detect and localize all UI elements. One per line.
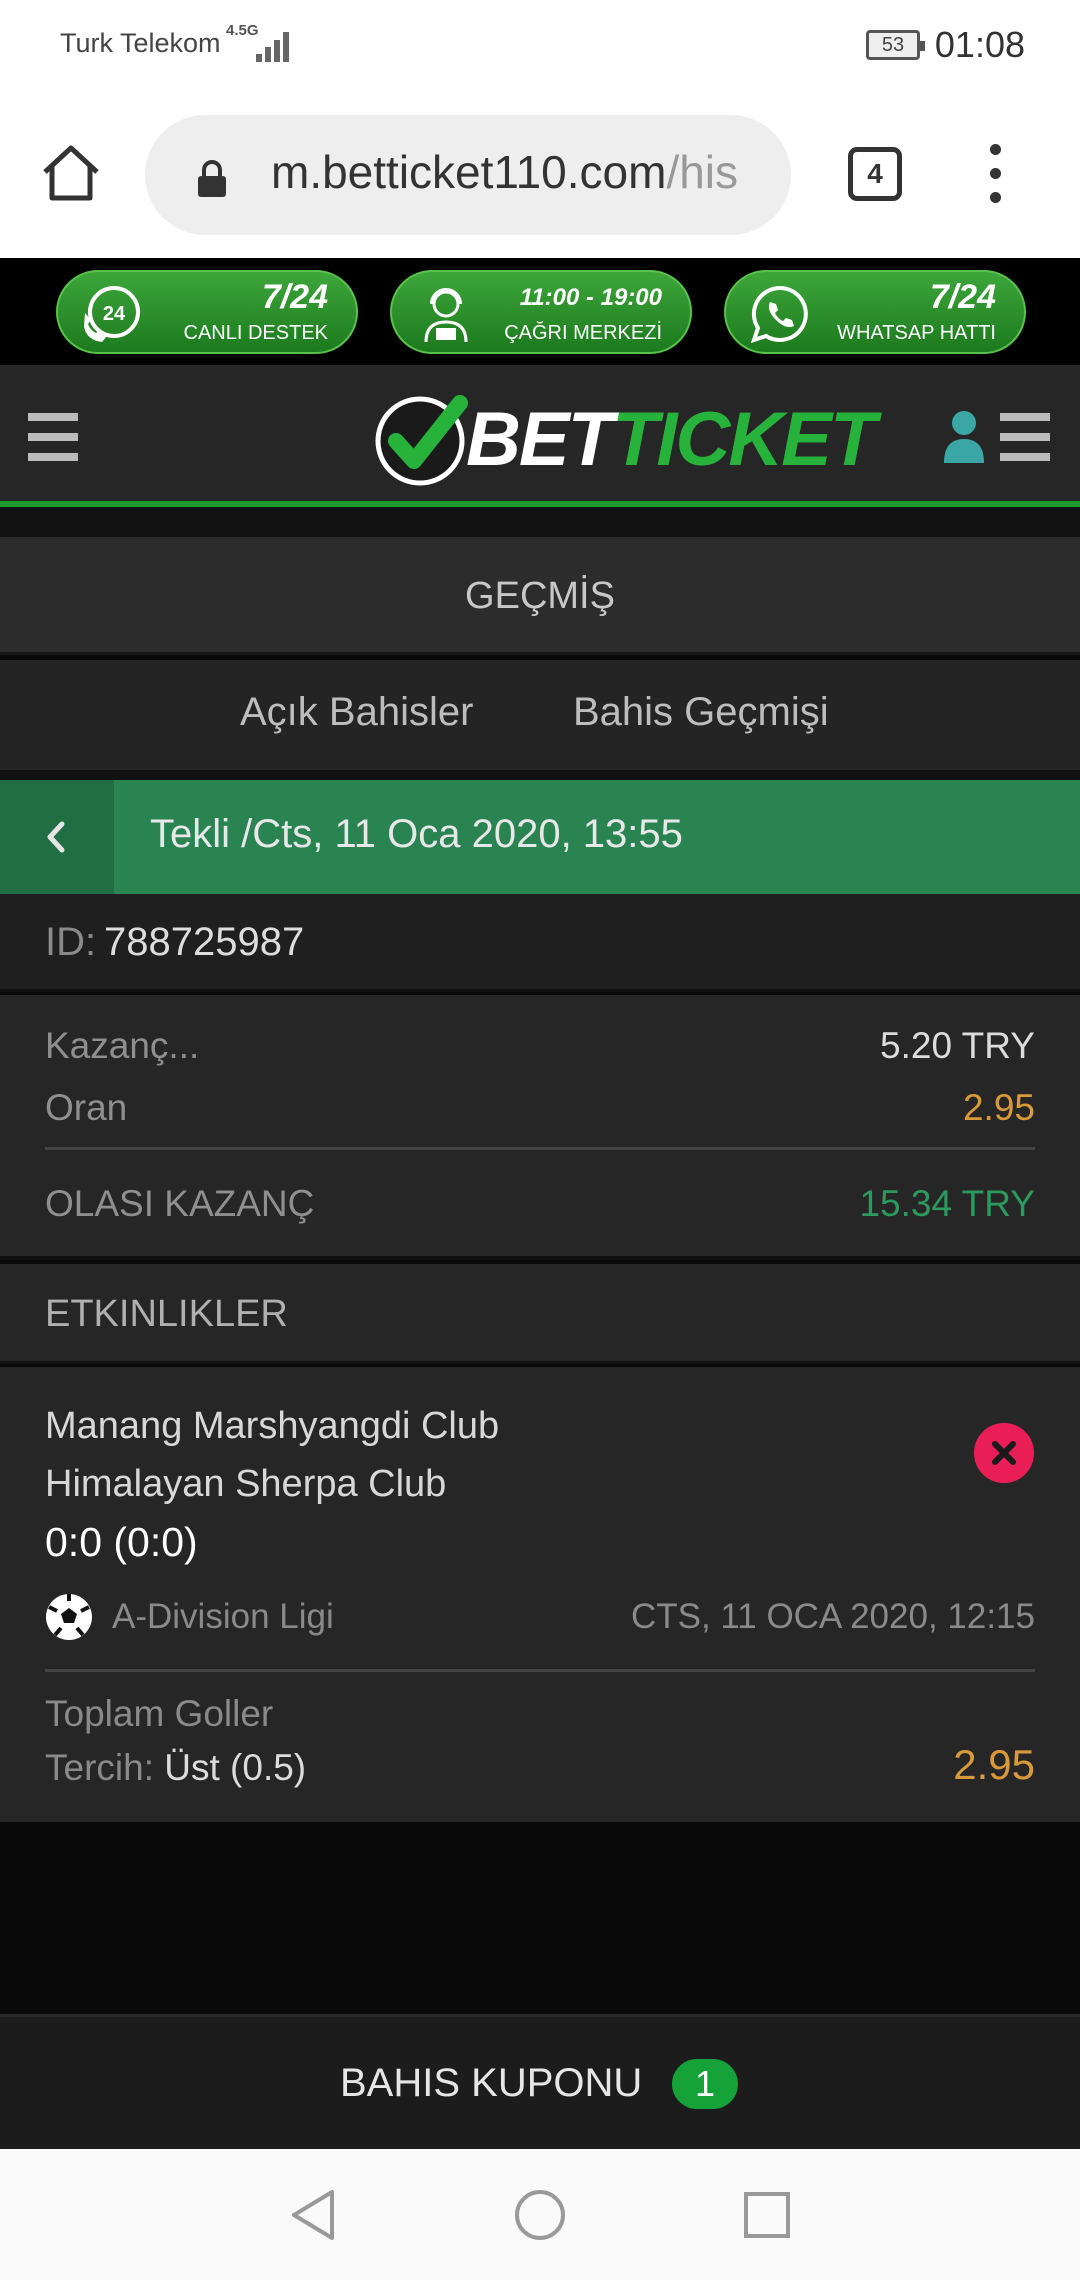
tab-open-bets[interactable]: Açık Bahisler xyxy=(240,690,473,735)
back-triangle-icon[interactable] xyxy=(286,2187,340,2243)
whatsapp-label: WHATSAP HATTI xyxy=(837,322,996,344)
bet-id-value: 788725987 xyxy=(104,920,305,964)
logo-text: BETTICKET xyxy=(466,397,876,482)
address-bar[interactable]: m.betticket110.com/his xyxy=(145,115,791,235)
chevron-left-icon xyxy=(47,821,65,853)
call-center-button[interactable]: 11:00 - 19:00 ÇAĞRI MERKEZİ xyxy=(390,270,692,354)
betticket-logo[interactable]: BETTICKET xyxy=(374,387,876,487)
hamburger-menu-icon[interactable] xyxy=(28,413,78,461)
selection-label: Tercih: xyxy=(45,1747,154,1788)
tab-switcher-button[interactable]: 4 xyxy=(848,147,902,201)
home-icon[interactable] xyxy=(40,142,102,204)
browser-menu-icon[interactable] xyxy=(985,144,1005,204)
url-text: m.betticket110.com/his xyxy=(271,146,739,198)
bet-slip-label[interactable]: BAHIS KUPONU xyxy=(340,2061,642,2106)
call-center-hours: 11:00 - 19:00 xyxy=(519,284,662,311)
page-title: GEÇMİŞ xyxy=(0,537,1080,655)
system-nav-bar xyxy=(0,2149,1080,2280)
potential-win-value: 15.34 TRY xyxy=(859,1183,1035,1224)
network-type: 4.5G xyxy=(226,22,259,39)
tab-bet-history[interactable]: Bahis Geçmişi xyxy=(573,690,829,735)
whatsapp-hours: 7/24 xyxy=(929,278,996,316)
bet-title: Tekli /Cts, 11 Oca 2020, 13:55 xyxy=(150,812,683,856)
call-center-label: ÇAĞRI MERKEZİ xyxy=(504,322,662,344)
divider xyxy=(45,1147,1035,1150)
lost-status-icon xyxy=(974,1423,1034,1483)
away-team: Himalayan Sherpa Club xyxy=(45,1463,447,1505)
logo-check-icon xyxy=(375,395,468,486)
user-menu-lines-icon xyxy=(1000,413,1050,461)
events-heading: ETKINLIKLER xyxy=(0,1264,1080,1364)
soccer-ball-icon xyxy=(46,1594,92,1640)
bet-id-label: ID: xyxy=(45,920,97,964)
whatsapp-button[interactable]: 7/24 WHATSAP HATTI xyxy=(724,270,1026,354)
user-icon xyxy=(944,411,984,463)
bet-slip-bar[interactable]: BAHIS KUPONU 1 xyxy=(0,2014,1080,2149)
status-bar: Turk Telekom 4.5G 53 01:08 xyxy=(0,0,1080,92)
spacer xyxy=(0,770,1080,780)
back-button[interactable] xyxy=(0,780,114,894)
match-score: 0:0 (0:0) xyxy=(45,1519,198,1565)
contact-strip: 24 7/24 CANLI DESTEK 11:00 - 19:00 ÇAĞRI… xyxy=(0,258,1080,365)
call-center-agent-icon xyxy=(424,288,468,343)
live-support-button[interactable]: 24 7/24 CANLI DESTEK xyxy=(56,270,358,354)
carrier-name: Turk Telekom xyxy=(60,28,221,58)
home-team: Manang Marshyangdi Club xyxy=(45,1405,500,1447)
odds-label: Oran xyxy=(45,1087,128,1128)
potential-win-label: OLASI KAZANÇ xyxy=(45,1183,315,1224)
spacer xyxy=(0,507,1080,537)
event-date: CTS, 11 OCA 2020, 12:15 xyxy=(630,1597,1035,1636)
selection-value: Üst (0.5) xyxy=(164,1747,307,1788)
whatsapp-icon xyxy=(750,285,808,344)
bet-summary: Kazanç... 5.20 TRY Oran 2.95 OLASI KAZAN… xyxy=(0,995,1080,1260)
battery-icon: 53 xyxy=(866,30,925,60)
odds-value: 2.95 xyxy=(962,1087,1035,1128)
league-name: A-Division Ligi xyxy=(112,1597,334,1636)
live-support-label: CANLI DESTEK xyxy=(183,322,328,344)
signal-icon xyxy=(256,28,296,62)
selection-odds: 2.95 xyxy=(953,1741,1035,1788)
bet-slip-count-badge[interactable]: 1 xyxy=(672,2059,738,2109)
live-support-hours: 7/24 xyxy=(261,278,328,316)
bet-id-row: ID: 788725987 xyxy=(0,894,1080,992)
user-menu-button[interactable] xyxy=(944,409,1052,465)
divider xyxy=(45,1669,1035,1672)
stake-label: Kazanç... xyxy=(45,1025,200,1066)
browser-toolbar: m.betticket110.com/his 4 xyxy=(0,92,1080,258)
event-card: Manang Marshyangdi Club Himalayan Sherpa… xyxy=(0,1367,1080,1822)
bet-header: Tekli /Cts, 11 Oca 2020, 13:55 xyxy=(0,780,1080,894)
site-header: BETTICKET xyxy=(0,365,1080,507)
clock: 01:08 xyxy=(934,24,1025,65)
bet-tabs: Açık Bahisler Bahis Geçmişi xyxy=(0,660,1080,770)
stake-value: 5.20 TRY xyxy=(880,1025,1035,1066)
home-circle-icon[interactable] xyxy=(513,2187,567,2243)
phone-24-icon: 24 xyxy=(84,286,140,342)
selection: Tercih: Üst (0.5) xyxy=(45,1747,306,1789)
market-name: Toplam Goller xyxy=(45,1693,274,1734)
lock-icon xyxy=(198,160,226,197)
recents-square-icon[interactable] xyxy=(740,2187,794,2243)
svg-text:24: 24 xyxy=(103,303,126,325)
